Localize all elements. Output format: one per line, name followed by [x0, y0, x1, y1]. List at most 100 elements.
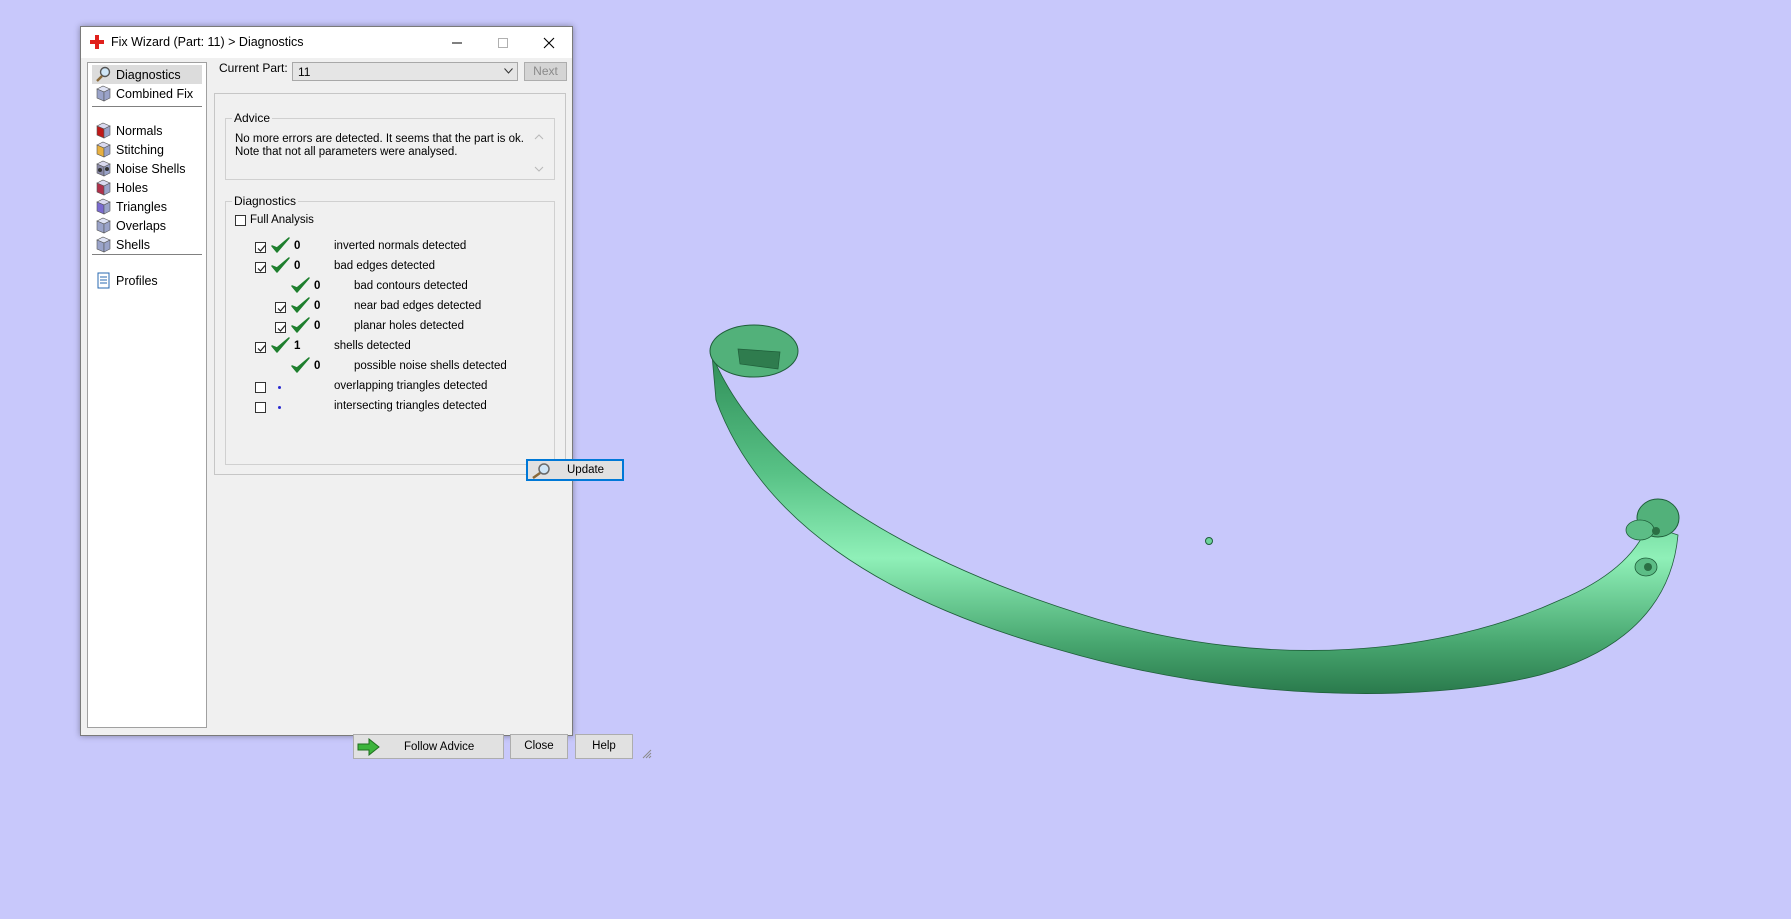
- sidebar-item-label: Combined Fix: [116, 87, 194, 101]
- diagnostic-label: overlapping triangles detected: [334, 380, 488, 392]
- cube-icon: [96, 85, 111, 102]
- 3d-part-tube[interactable]: [711, 354, 1679, 694]
- diagnostic-checkbox[interactable]: [255, 262, 266, 273]
- window-title: Fix Wizard (Part: 11) > Diagnostics: [111, 35, 304, 49]
- arrow-right-icon: [357, 738, 380, 756]
- advice-box: No more errors are detected. It seems th…: [229, 127, 531, 174]
- sidebar-item-diagnostics[interactable]: Diagnostics: [92, 65, 202, 84]
- diagnostic-label: bad edges detected: [334, 260, 436, 272]
- current-part-label: Current Part:: [219, 61, 288, 75]
- update-label: Update: [567, 464, 605, 476]
- sidebar-item-overlaps[interactable]: Overlaps: [92, 216, 202, 235]
- sidebar-item-label: Profiles: [116, 274, 158, 288]
- maximize-icon: [498, 38, 508, 48]
- diagnostic-count: 0: [314, 320, 321, 332]
- sidebar-item-label: Triangles: [116, 200, 167, 214]
- sidebar-item-normals[interactable]: Normals: [92, 121, 202, 140]
- current-part-value: 11: [298, 65, 311, 79]
- resize-grip-icon[interactable]: [642, 749, 652, 759]
- checkbox-tick-icon: [257, 245, 266, 252]
- diagnostic-checkbox[interactable]: [255, 402, 266, 413]
- diagnostic-count: 0: [314, 300, 321, 312]
- status-pending-icon: [278, 386, 281, 389]
- checkbox-tick-icon: [257, 345, 266, 352]
- magnifier-icon: [96, 66, 111, 82]
- title-bar[interactable]: Fix Wizard (Part: 11) > Diagnostics: [81, 27, 572, 58]
- advice-group: Advice No more errors are detected. It s…: [225, 111, 555, 180]
- normals-icon: [96, 122, 111, 139]
- follow-advice-label: Follow Advice: [404, 741, 475, 753]
- sidebar-item-label: Normals: [116, 124, 163, 138]
- triangles-icon: [96, 198, 111, 215]
- advice-scrollbar[interactable]: [532, 131, 546, 175]
- status-ok-icon: [291, 317, 310, 333]
- sidebar-item-profiles[interactable]: Profiles: [92, 271, 202, 290]
- noise-shells-icon: [96, 160, 111, 177]
- status-ok-icon: [271, 257, 290, 273]
- diagnostic-checkbox[interactable]: [255, 242, 266, 253]
- sidebar-item-label: Diagnostics: [116, 68, 181, 82]
- diagnostic-checkbox[interactable]: [275, 302, 286, 313]
- advice-title: Advice: [232, 111, 273, 125]
- status-ok-icon: [291, 297, 310, 313]
- checkbox-tick-icon: [277, 325, 286, 332]
- current-part-select[interactable]: 11: [292, 62, 518, 81]
- diagnostic-label: possible noise shells detected: [354, 360, 507, 372]
- status-ok-icon: [271, 237, 290, 253]
- sidebar-item-label: Noise Shells: [116, 162, 186, 176]
- sidebar-item-noise-shells[interactable]: Noise Shells: [92, 159, 202, 178]
- sidebar-divider: [92, 106, 202, 108]
- diagnostics-title: Diagnostics: [232, 194, 299, 208]
- checkbox-tick-icon: [277, 305, 286, 312]
- wizard-navigation: Diagnostics Combined Fix Normals Stitching N…: [87, 62, 207, 728]
- sidebar-item-shells[interactable]: Shells: [92, 235, 202, 254]
- follow-advice-button[interactable]: Follow Advice: [353, 734, 504, 759]
- sidebar-item-label: Stitching: [116, 143, 164, 157]
- diagnostic-count: 0: [314, 280, 321, 292]
- update-button[interactable]: Update: [526, 459, 624, 481]
- shells-icon: [96, 236, 111, 253]
- diagnostic-label: planar holes detected: [354, 320, 464, 332]
- diagnostic-label: shells detected: [334, 340, 411, 352]
- diagnostic-label: intersecting triangles detected: [334, 400, 487, 412]
- diagnostic-count: 0: [314, 360, 321, 372]
- stitching-icon: [96, 141, 111, 158]
- next-button[interactable]: Next: [524, 62, 567, 81]
- sidebar-item-stitching[interactable]: Stitching: [92, 140, 202, 159]
- diagnostic-label: bad contours detected: [354, 280, 468, 292]
- diagnostic-count: 0: [294, 260, 301, 272]
- status-ok-icon: [271, 337, 290, 353]
- pivot-marker: [1205, 537, 1213, 545]
- checkbox-tick-icon: [257, 265, 266, 272]
- diagnostics-panel: Advice No more errors are detected. It s…: [214, 93, 566, 475]
- status-ok-icon: [291, 277, 310, 293]
- overlaps-icon: [96, 217, 111, 234]
- diagnostic-checkbox[interactable]: [275, 322, 286, 333]
- diagnostic-label: inverted normals detected: [334, 240, 467, 252]
- status-pending-icon: [278, 406, 281, 409]
- diagnostics-group: Diagnostics Full Analysis 0 inverted norm…: [225, 194, 555, 465]
- diagnostic-count: 1: [294, 340, 301, 352]
- full-analysis-checkbox[interactable]: [235, 215, 246, 226]
- diagnostic-label: near bad edges detected: [354, 300, 482, 312]
- sidebar-item-label: Holes: [116, 181, 148, 195]
- chevron-down-icon: [504, 68, 513, 74]
- close-button[interactable]: Close: [510, 734, 568, 759]
- minimize-button[interactable]: [434, 27, 480, 58]
- sidebar-item-holes[interactable]: Holes: [92, 178, 202, 197]
- status-ok-icon: [291, 357, 310, 373]
- diagnostic-checkbox[interactable]: [255, 382, 266, 393]
- sidebar-item-combined-fix[interactable]: Combined Fix: [92, 84, 202, 103]
- full-analysis-label: Full Analysis: [250, 214, 314, 226]
- minimize-icon: [452, 42, 462, 44]
- fix-wizard-window: Fix Wizard (Part: 11) > Diagnostics Diag…: [80, 26, 652, 759]
- help-button[interactable]: Help: [575, 734, 633, 759]
- diagnostic-checkbox[interactable]: [255, 342, 266, 353]
- sidebar-divider: [92, 254, 202, 256]
- sidebar-item-label: Shells: [116, 238, 151, 252]
- advice-text: No more errors are detected. It seems th…: [235, 133, 524, 158]
- maximize-button[interactable]: [480, 27, 526, 58]
- holes-icon: [96, 179, 111, 196]
- close-window-button[interactable]: [526, 27, 572, 58]
- sidebar-item-triangles[interactable]: Triangles: [92, 197, 202, 216]
